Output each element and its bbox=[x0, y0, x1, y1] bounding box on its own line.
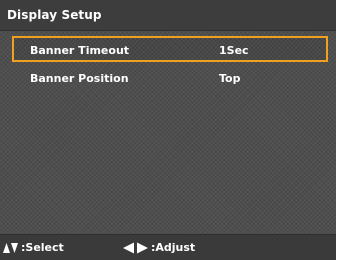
menu-item-value: 1Sec bbox=[219, 44, 249, 57]
menu-item-banner-position[interactable]: Banner Position Top bbox=[12, 64, 328, 90]
page-title: Display Setup bbox=[7, 8, 102, 22]
adjust-hint: :Adjust bbox=[123, 241, 195, 254]
menu-item-label: Banner Timeout bbox=[30, 44, 130, 57]
settings-menu: Banner Timeout 1Sec Banner Position Top bbox=[12, 36, 328, 90]
select-hint-label: :Select bbox=[21, 241, 64, 254]
osd-screen: Display Setup Banner Timeout 1Sec Banner… bbox=[0, 0, 336, 260]
key-hint-bar: :Select :Adjust bbox=[0, 234, 336, 260]
menu-item-label: Banner Position bbox=[30, 72, 129, 85]
title-bar: Display Setup bbox=[0, 0, 336, 31]
up-down-arrows-icon bbox=[3, 242, 19, 254]
menu-item-banner-timeout[interactable]: Banner Timeout 1Sec bbox=[12, 36, 328, 62]
adjust-hint-label: :Adjust bbox=[151, 241, 196, 254]
menu-item-value: Top bbox=[219, 72, 241, 85]
select-hint: :Select bbox=[3, 241, 64, 254]
left-right-arrows-icon bbox=[123, 242, 149, 254]
